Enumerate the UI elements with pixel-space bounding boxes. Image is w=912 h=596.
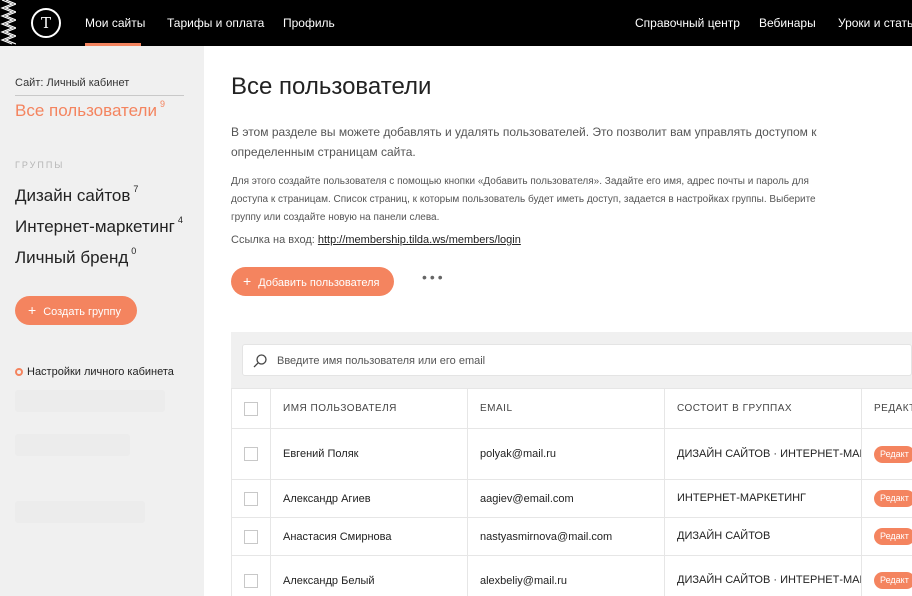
- add-user-label: Добавить пользователя: [258, 277, 380, 289]
- edit-cell: Редакт: [861, 428, 912, 480]
- row-checkbox[interactable]: [244, 491, 258, 506]
- all-users-count: 9: [159, 99, 165, 109]
- edit-cell: Редакт: [861, 555, 912, 596]
- create-group-label: Создать группу: [43, 306, 121, 318]
- edit-button[interactable]: Редакт: [874, 572, 912, 589]
- nav-webinars[interactable]: Вебинары: [759, 16, 816, 30]
- blurred-placeholder: [15, 501, 145, 523]
- blurred-placeholder: [15, 434, 130, 456]
- group-count: 4: [177, 215, 183, 225]
- main-content: Все пользователи В этом разделе вы может…: [204, 46, 912, 596]
- nav-lessons[interactable]: Уроки и статьи: [838, 16, 912, 30]
- user-groups: ДИЗАЙН САЙТОВ · ИНТЕРНЕТ-МАРКЕТИНГ: [664, 555, 862, 596]
- edit-cell: Редакт: [861, 517, 912, 556]
- table-row[interactable]: Александр Белый alexbeliy@mail.ru ДИЗАЙН…: [231, 555, 912, 596]
- nav-tariffs[interactable]: Тарифы и оплата: [167, 16, 264, 30]
- column-header-name[interactable]: ИМЯ ПОЛЬЗОВАТЕЛЯ: [270, 388, 468, 429]
- blurred-placeholder: [15, 390, 165, 412]
- edit-button[interactable]: Редакт: [874, 445, 912, 463]
- select-all-cell: [231, 388, 271, 429]
- sidebar-item-all-users[interactable]: Все пользователи 9: [15, 99, 165, 121]
- user-email: alexbeliy@mail.ru: [467, 555, 665, 596]
- sidebar-group-personal-brand[interactable]: Личный бренд 0: [15, 246, 137, 268]
- add-user-button[interactable]: + Добавить пользователя: [231, 267, 394, 296]
- site-label: Сайт: Личный кабинет: [15, 77, 184, 96]
- search-input[interactable]: [277, 351, 877, 371]
- group-count: 7: [133, 184, 139, 194]
- user-name: Александр Агиев: [270, 479, 468, 518]
- plus-icon: +: [28, 302, 37, 318]
- search-icon: [253, 354, 267, 368]
- nav-profile[interactable]: Профиль: [283, 16, 335, 30]
- cabinet-settings-label: Настройки личного кабинета: [27, 366, 174, 378]
- user-email: nastyasmirnova@mail.com: [467, 517, 665, 556]
- group-name: Личный бренд: [15, 248, 129, 267]
- row-select-cell: [231, 517, 271, 556]
- plus-icon: +: [243, 273, 252, 289]
- row-select-cell: [231, 479, 271, 518]
- row-checkbox[interactable]: [244, 447, 258, 461]
- intro-text: В этом разделе вы можете добавлять и уда…: [231, 125, 817, 159]
- nav-my-sites[interactable]: Мои сайты: [85, 16, 145, 30]
- cabinet-settings-link[interactable]: Настройки личного кабинета: [15, 366, 174, 378]
- row-checkbox[interactable]: [244, 573, 258, 588]
- table-row[interactable]: Анастасия Смирнова nastyasmirnova@mail.c…: [231, 517, 912, 556]
- sidebar: Сайт: Личный кабинет Все пользователи 9 Г…: [0, 46, 204, 596]
- sidebar-group-design[interactable]: Дизайн сайтов 7: [15, 184, 139, 206]
- users-table: ИМЯ ПОЛЬЗОВАТЕЛЯ EMAIL СОСТОИТ В ГРУППАХ…: [231, 388, 912, 596]
- column-header-email[interactable]: EMAIL: [467, 388, 665, 429]
- group-name: Дизайн сайтов: [15, 186, 131, 205]
- select-all-checkbox[interactable]: [244, 401, 258, 416]
- login-link[interactable]: http://membership.tilda.ws/members/login: [318, 234, 521, 246]
- user-groups: ИНТЕРНЕТ-МАРКЕТИНГ: [664, 479, 862, 518]
- search-box: [242, 344, 912, 376]
- row-select-cell: [231, 428, 271, 480]
- tilda-logo[interactable]: T: [31, 8, 61, 38]
- more-options-icon[interactable]: •••: [422, 269, 446, 285]
- all-users-label: Все пользователи: [15, 101, 157, 120]
- users-table-panel: ИМЯ ПОЛЬЗОВАТЕЛЯ EMAIL СОСТОИТ В ГРУППАХ…: [231, 332, 912, 596]
- row-select-cell: [231, 555, 271, 596]
- hint-text: Для этого создайте пользователя с помощь…: [231, 176, 816, 223]
- top-navigation-bar: T Мои сайты Тарифы и оплата Профиль Спра…: [0, 0, 912, 46]
- login-link-row: Ссылка на вход: http://membership.tilda.…: [231, 234, 521, 246]
- edit-cell: Редакт: [861, 479, 912, 518]
- sidebar-group-marketing[interactable]: Интернет-маркетинг 4: [15, 215, 183, 237]
- table-header-row: ИМЯ ПОЛЬЗОВАТЕЛЯ EMAIL СОСТОИТ В ГРУППАХ…: [231, 388, 912, 429]
- column-header-edit: РЕДАКТИ: [861, 388, 912, 429]
- table-row[interactable]: Евгений Поляк polyak@mail.ru ДИЗАЙН САЙТ…: [231, 428, 912, 480]
- user-name: Александр Белый: [270, 555, 468, 596]
- edit-button[interactable]: Редакт: [874, 528, 912, 545]
- table-row[interactable]: Александр Агиев aagiev@email.com ИНТЕРНЕ…: [231, 479, 912, 518]
- create-group-button[interactable]: + Создать группу: [15, 296, 137, 325]
- row-checkbox[interactable]: [244, 529, 258, 544]
- user-email: polyak@mail.ru: [467, 428, 665, 480]
- user-email: aagiev@email.com: [467, 479, 665, 518]
- zigzag-edge-decoration: [0, 0, 16, 45]
- login-link-label: Ссылка на вход:: [231, 234, 318, 246]
- user-groups: ДИЗАЙН САЙТОВ · ИНТЕРНЕТ-МАРКЕТИНГ: [664, 428, 862, 480]
- circle-icon: [15, 368, 23, 376]
- user-name: Евгений Поляк: [270, 428, 468, 480]
- user-groups: ДИЗАЙН САЙТОВ: [664, 517, 862, 556]
- group-name: Интернет-маркетинг: [15, 217, 175, 236]
- edit-button[interactable]: Редакт: [874, 490, 912, 507]
- group-count: 0: [131, 246, 137, 256]
- groups-section-title: ГРУППЫ: [15, 160, 65, 170]
- user-name: Анастасия Смирнова: [270, 517, 468, 556]
- column-header-groups[interactable]: СОСТОИТ В ГРУППАХ: [664, 388, 862, 429]
- page-title: Все пользователи: [231, 73, 432, 100]
- nav-help-center[interactable]: Справочный центр: [635, 16, 740, 30]
